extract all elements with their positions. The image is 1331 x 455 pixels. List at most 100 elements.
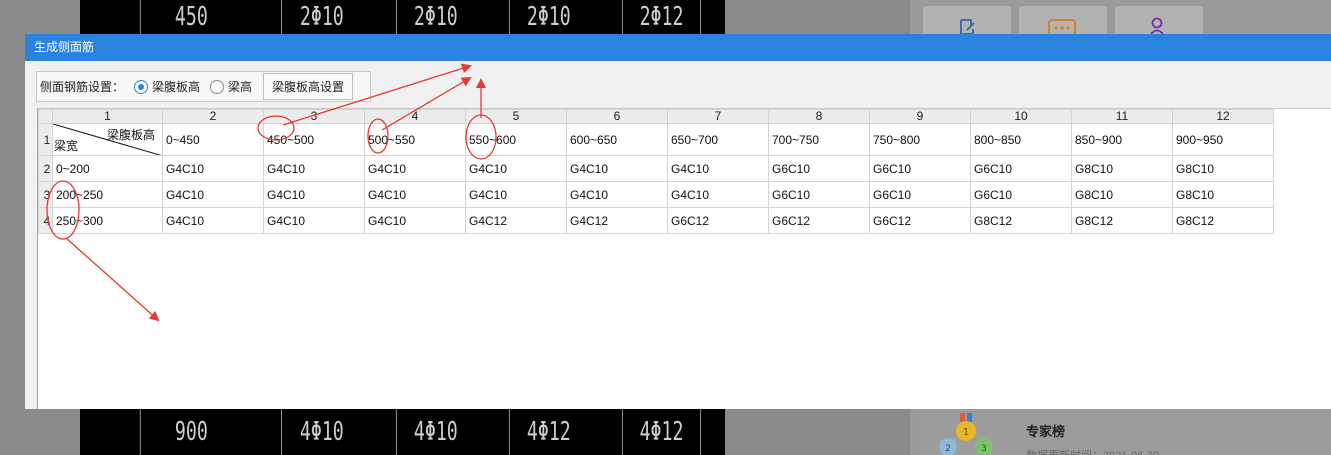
rebar-spec-cell[interactable]: G4C10 <box>465 155 567 182</box>
cad-text: 4Φ10 <box>395 409 475 455</box>
width-range-cell[interactable]: 0~200 <box>52 155 163 182</box>
rebar-spec-cell[interactable]: G6C10 <box>869 181 971 208</box>
rebar-spec-cell[interactable]: G8C10 <box>1071 181 1173 208</box>
rebar-spec-cell[interactable]: G4C10 <box>263 181 365 208</box>
svg-text:1: 1 <box>963 427 969 438</box>
cad-text: 2Φ10 <box>508 0 588 34</box>
column-header[interactable]: 3 <box>263 109 365 124</box>
column-header[interactable]: 6 <box>566 109 668 124</box>
radio-beam-height[interactable]: 梁高 <box>210 78 252 95</box>
rebar-spec-cell[interactable]: G6C10 <box>869 155 971 182</box>
height-range-cell[interactable]: 550~600 <box>465 123 567 156</box>
expert-ranking-panel: 1 2 3 专家榜 数据更新时间：2021-06-30 <box>922 409 1331 455</box>
height-range-cell[interactable]: 850~900 <box>1071 123 1173 156</box>
rebar-spec-cell[interactable]: G4C10 <box>364 155 466 182</box>
rebar-spec-cell[interactable]: G6C12 <box>768 207 870 234</box>
cad-text: 4Φ12 <box>508 409 588 455</box>
height-range-cell[interactable]: 0~450 <box>162 123 264 156</box>
height-range-cell[interactable]: 650~700 <box>667 123 769 156</box>
column-header[interactable]: 11 <box>1071 109 1173 124</box>
column-header[interactable]: 4 <box>364 109 466 124</box>
rebar-spec-cell[interactable]: G6C10 <box>970 155 1072 182</box>
height-range-cell[interactable]: 900~950 <box>1172 123 1274 156</box>
side-rebar-dialog: 生成侧面筋 侧面钢筋设置： 梁腹板高 梁高 梁腹板高设置 1 2 3 4 5 6 7 8 9 10… <box>25 34 1331 409</box>
column-header[interactable]: 10 <box>970 109 1072 124</box>
rebar-spec-cell[interactable]: G4C10 <box>566 181 668 208</box>
column-header[interactable]: 9 <box>869 109 971 124</box>
rebar-spec-cell[interactable]: G8C10 <box>1172 155 1274 182</box>
column-header[interactable]: 5 <box>465 109 567 124</box>
height-range-cell[interactable]: 500~550 <box>364 123 466 156</box>
cad-top-row: 450 2Φ10 2Φ10 2Φ10 2Φ12 <box>118 0 718 34</box>
rebar-spec-cell[interactable]: G4C12 <box>465 207 567 234</box>
rebar-spec-cell[interactable]: G6C12 <box>667 207 769 234</box>
height-range-cell[interactable]: 800~850 <box>970 123 1072 156</box>
side-tile-chat[interactable] <box>1019 6 1107 36</box>
side-tile-edit[interactable] <box>923 6 1011 36</box>
rebar-spec-cell[interactable]: G8C10 <box>1172 181 1274 208</box>
height-range-cell[interactable]: 750~800 <box>869 123 971 156</box>
cad-text: 4Φ12 <box>621 409 702 455</box>
rebar-spec-cell[interactable]: G8C10 <box>1071 155 1173 182</box>
cad-text: 450 <box>139 0 242 34</box>
dialog-title: 生成侧面筋 <box>25 34 1331 61</box>
row-header[interactable]: 4 <box>38 207 53 234</box>
width-range-cell[interactable]: 200~250 <box>52 181 163 208</box>
expert-update-time: 数据更新时间：2021-06-30 <box>1026 447 1159 455</box>
cad-text: 4Φ10 <box>281 409 362 455</box>
rebar-spec-cell[interactable]: G4C10 <box>465 181 567 208</box>
height-range-cell[interactable]: 450~500 <box>263 123 365 156</box>
radio-selected-icon[interactable] <box>134 79 149 94</box>
rebar-spec-cell[interactable]: G8C12 <box>1172 207 1274 234</box>
column-header[interactable]: 1 <box>52 109 163 124</box>
cad-text: 2Φ10 <box>281 0 362 34</box>
setting-label: 侧面钢筋设置： <box>40 80 125 94</box>
table-row: 4 250~300 G4C10 G4C10 G4C10 G4C12 G4C12 G6C12 G6… <box>38 207 1274 234</box>
medals-icon: 1 2 3 <box>939 413 993 455</box>
cad-text: 900 <box>139 409 242 455</box>
row-header[interactable]: 1 <box>38 123 53 156</box>
cad-text: 2Φ12 <box>621 0 702 34</box>
corner-bottom-label: 梁宽 <box>54 139 79 153</box>
rebar-spec-cell[interactable]: G4C10 <box>364 181 466 208</box>
rebar-spec-cell[interactable]: G6C12 <box>869 207 971 234</box>
radio-label: 梁高 <box>228 80 253 94</box>
side-tile-user[interactable] <box>1115 6 1203 36</box>
rebar-spec-cell[interactable]: G6C10 <box>768 181 870 208</box>
web-height-settings-button[interactable]: 梁腹板高设置 <box>263 73 354 100</box>
row-header[interactable]: 2 <box>38 155 53 182</box>
rebar-spec-cell[interactable]: G6C10 <box>768 155 870 182</box>
rebar-spec-cell[interactable]: G4C10 <box>263 155 365 182</box>
row-header[interactable]: 3 <box>38 181 53 208</box>
radio-label: 梁腹板高 <box>152 80 201 94</box>
grid-corner <box>38 109 53 124</box>
width-range-cell[interactable]: 250~300 <box>52 207 163 234</box>
height-range-cell[interactable]: 700~750 <box>768 123 870 156</box>
rebar-spec-cell[interactable]: G8C12 <box>1071 207 1173 234</box>
rebar-spec-cell[interactable]: G4C10 <box>162 155 264 182</box>
height-range-cell[interactable]: 600~650 <box>566 123 668 156</box>
cad-bottom-row: 900 4Φ10 4Φ10 4Φ12 4Φ12 <box>118 409 718 455</box>
rebar-spec-cell[interactable]: G4C10 <box>667 155 769 182</box>
rebar-spec-cell[interactable]: G4C10 <box>566 155 668 182</box>
svg-text:3: 3 <box>981 444 987 454</box>
rebar-spec-cell[interactable]: G8C12 <box>970 207 1072 234</box>
rebar-grid: 1 2 3 4 5 6 7 8 9 10 11 12 1 梁腹板高 梁宽 0~450 450~500 500~5… <box>37 108 1331 409</box>
rebar-spec-cell[interactable]: G4C10 <box>364 207 466 234</box>
column-header[interactable]: 7 <box>667 109 769 124</box>
rebar-spec-cell[interactable]: G4C10 <box>162 207 264 234</box>
rebar-spec-cell[interactable]: G4C10 <box>667 181 769 208</box>
corner-top-label: 梁腹板高 <box>106 128 155 142</box>
rebar-spec-cell[interactable]: G4C10 <box>263 207 365 234</box>
radio-web-height[interactable]: 梁腹板高 <box>134 78 200 95</box>
column-header[interactable]: 12 <box>1172 109 1274 124</box>
radio-unselected-icon[interactable] <box>210 79 225 94</box>
rebar-spec-cell[interactable]: G6C10 <box>970 181 1072 208</box>
column-header[interactable]: 8 <box>768 109 870 124</box>
column-header[interactable]: 2 <box>162 109 264 124</box>
svg-text:2: 2 <box>945 444 951 454</box>
user-icon <box>1150 17 1164 34</box>
rebar-spec-cell[interactable]: G4C12 <box>566 207 668 234</box>
cad-text: 2Φ10 <box>395 0 475 34</box>
rebar-spec-cell[interactable]: G4C10 <box>162 181 264 208</box>
